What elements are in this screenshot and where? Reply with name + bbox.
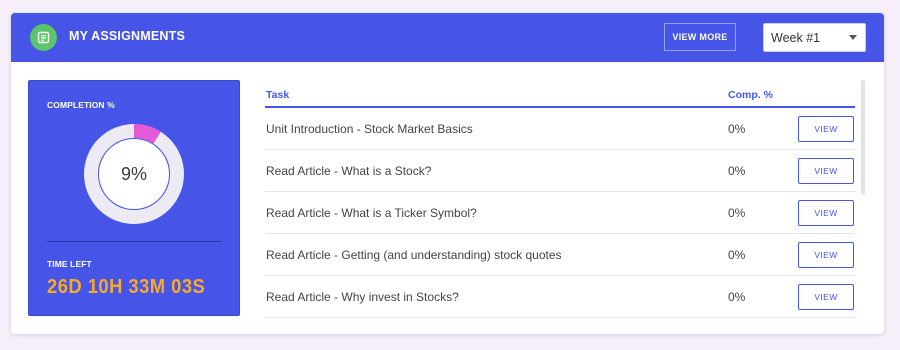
time-left-label: TIME LEFT <box>47 259 92 269</box>
table-row: Read Article - Why invest in Stocks? 0% … <box>265 276 855 318</box>
view-button[interactable]: VIEW <box>798 200 854 226</box>
assignment-icon <box>30 24 57 51</box>
view-button[interactable]: VIEW <box>798 242 854 268</box>
task-name: Read Article - What is a Ticker Symbol? <box>266 206 477 220</box>
table-row: Unit Introduction - Stock Market Basics … <box>265 108 855 150</box>
view-button[interactable]: VIEW <box>798 116 854 142</box>
divider <box>47 241 221 242</box>
completion-label: COMPLETION % <box>47 100 115 110</box>
page-title: MY ASSIGNMENTS <box>69 29 186 43</box>
card-header: MY ASSIGNMENTS VIEW MORE Week #1 <box>11 13 884 62</box>
table-row: Read Article - What is a Stock? 0% VIEW <box>265 150 855 192</box>
scrollbar[interactable] <box>861 80 865 316</box>
task-completion: 0% <box>728 290 746 304</box>
table-row: Read Article - Getting (and understandin… <box>265 234 855 276</box>
view-button[interactable]: VIEW <box>798 158 854 184</box>
table-row: Read Article - What is a Ticker Symbol? … <box>265 192 855 234</box>
week-select-value: Week #1 <box>771 30 821 45</box>
task-name: Unit Introduction - Stock Market Basics <box>266 122 473 136</box>
column-header-comp: Comp. % <box>728 89 773 101</box>
view-button[interactable]: VIEW <box>798 284 854 310</box>
chevron-down-icon <box>849 35 857 40</box>
scrollbar-thumb[interactable] <box>861 80 865 195</box>
task-name: Read Article - Getting (and understandin… <box>266 248 562 262</box>
task-completion: 0% <box>728 206 746 220</box>
task-name: Read Article - Why invest in Stocks? <box>266 290 459 304</box>
column-header-task: Task <box>266 89 290 101</box>
task-completion: 0% <box>728 122 746 136</box>
completion-value: 9% <box>120 163 147 184</box>
time-left-value: 26D 10H 33M 03S <box>47 276 206 298</box>
task-completion: 0% <box>728 164 746 178</box>
task-completion: 0% <box>728 248 746 262</box>
view-more-button[interactable]: VIEW MORE <box>664 23 736 51</box>
week-select[interactable]: Week #1 <box>763 23 866 52</box>
completion-panel: COMPLETION % 9% TIME LEFT 26D 10H 33M 03… <box>28 80 240 316</box>
task-name: Read Article - What is a Stock? <box>266 164 432 178</box>
task-table: Task Comp. % Unit Introduction - Stock M… <box>265 80 855 320</box>
assignments-card: MY ASSIGNMENTS VIEW MORE Week #1 COMPLET… <box>11 13 884 334</box>
